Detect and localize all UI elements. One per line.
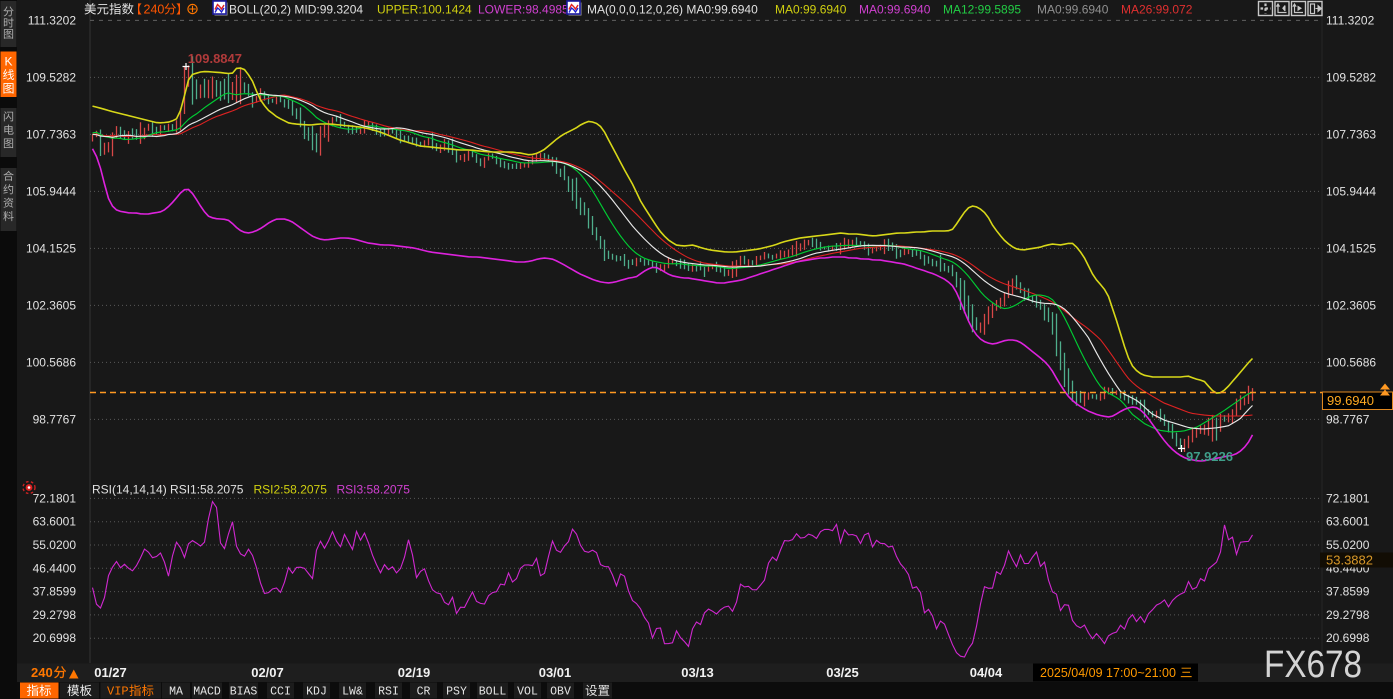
- svg-text:55.0200: 55.0200: [1326, 538, 1370, 552]
- svg-text:03/25: 03/25: [826, 665, 859, 680]
- svg-text:03/13: 03/13: [681, 665, 714, 680]
- svg-text:PSY: PSY: [446, 686, 467, 699]
- svg-text:MA26:99.072: MA26:99.072: [1121, 3, 1193, 17]
- svg-text:72.1801: 72.1801: [1326, 491, 1370, 505]
- svg-text:BIAS: BIAS: [230, 686, 258, 699]
- svg-text:02/19: 02/19: [398, 665, 431, 680]
- svg-text:29.2798: 29.2798: [1326, 608, 1370, 622]
- svg-text:MA0:99.6940: MA0:99.6940: [1037, 3, 1109, 17]
- svg-text:RSI3:58.2075: RSI3:58.2075: [337, 483, 411, 497]
- svg-text:KDJ: KDJ: [306, 686, 327, 699]
- svg-text:2025/04/09 17:00~21:00: 2025/04/09 17:00~21:00: [1040, 666, 1176, 680]
- svg-text:104.1525: 104.1525: [26, 241, 76, 255]
- svg-text:01/27: 01/27: [94, 665, 127, 680]
- svg-text:04/04: 04/04: [970, 665, 1003, 680]
- svg-text:RSI(14,14,14) RSI1:58.2075: RSI(14,14,14) RSI1:58.2075: [92, 483, 244, 497]
- svg-text:20.6998: 20.6998: [33, 631, 77, 645]
- svg-text:29.2798: 29.2798: [33, 608, 77, 622]
- svg-text:MA: MA: [169, 686, 183, 699]
- svg-text:98.7767: 98.7767: [1326, 412, 1370, 426]
- svg-text:107.7363: 107.7363: [1326, 127, 1376, 141]
- svg-text:102.3605: 102.3605: [1326, 298, 1376, 312]
- svg-text:111.3202: 111.3202: [1326, 13, 1375, 27]
- svg-text:107.7363: 107.7363: [26, 127, 76, 141]
- svg-text:BOLL: BOLL: [479, 686, 507, 699]
- svg-text:240: 240: [31, 665, 53, 680]
- svg-text:98.7767: 98.7767: [33, 412, 77, 426]
- svg-text:99.6940: 99.6940: [1327, 393, 1374, 408]
- svg-text:MA12:99.5895: MA12:99.5895: [943, 3, 1021, 17]
- svg-text:OBV: OBV: [550, 686, 571, 699]
- svg-text:105.9444: 105.9444: [26, 184, 76, 198]
- svg-text:CCI: CCI: [270, 686, 291, 699]
- svg-text:FX678: FX678: [1264, 644, 1362, 686]
- svg-text:240: 240: [144, 3, 165, 17]
- svg-text:100.5686: 100.5686: [1326, 355, 1376, 369]
- svg-text:MA0:99.6940: MA0:99.6940: [859, 3, 931, 17]
- svg-text:CR: CR: [417, 686, 431, 699]
- svg-text:MA(0,0,0,12,0,26) MA0:99.6940: MA(0,0,0,12,0,26) MA0:99.6940: [587, 3, 758, 17]
- svg-text:VOL: VOL: [517, 686, 538, 699]
- svg-text:LW&: LW&: [342, 686, 363, 699]
- svg-text:RSI2:58.2075: RSI2:58.2075: [254, 483, 328, 497]
- svg-text:109.5282: 109.5282: [1326, 70, 1376, 84]
- svg-text:46.4400: 46.4400: [33, 561, 77, 575]
- svg-text:72.1801: 72.1801: [33, 491, 77, 505]
- svg-text:53.3882: 53.3882: [1326, 553, 1373, 568]
- svg-text:63.6001: 63.6001: [1326, 515, 1370, 529]
- svg-text:105.9444: 105.9444: [1326, 184, 1376, 198]
- svg-text:97.9226: 97.9226: [1186, 449, 1233, 464]
- svg-text:102.3605: 102.3605: [26, 298, 76, 312]
- svg-text:37.8599: 37.8599: [1326, 585, 1370, 599]
- svg-text:VIP: VIP: [107, 685, 129, 699]
- svg-text:109.5282: 109.5282: [26, 70, 76, 84]
- svg-text:37.8599: 37.8599: [33, 585, 77, 599]
- svg-text:02/07: 02/07: [251, 665, 284, 680]
- svg-text:RSI: RSI: [378, 686, 399, 699]
- svg-text:BOLL(20,2) MID:99.3204: BOLL(20,2) MID:99.3204: [229, 3, 363, 17]
- svg-text:K: K: [4, 55, 12, 69]
- svg-text:MA0:99.6940: MA0:99.6940: [775, 3, 847, 17]
- svg-text:03/01: 03/01: [539, 665, 572, 680]
- svg-text:UPPER:100.1424: UPPER:100.1424: [377, 3, 472, 17]
- svg-text:63.6001: 63.6001: [33, 515, 77, 529]
- svg-text:55.0200: 55.0200: [33, 538, 77, 552]
- svg-text:109.8847: 109.8847: [188, 51, 242, 66]
- svg-text:100.5686: 100.5686: [26, 355, 76, 369]
- svg-text:LOWER:98.4985: LOWER:98.4985: [478, 3, 569, 17]
- svg-text:MACD: MACD: [193, 686, 221, 699]
- svg-text:104.1525: 104.1525: [1326, 241, 1376, 255]
- svg-text:111.3202: 111.3202: [28, 13, 77, 27]
